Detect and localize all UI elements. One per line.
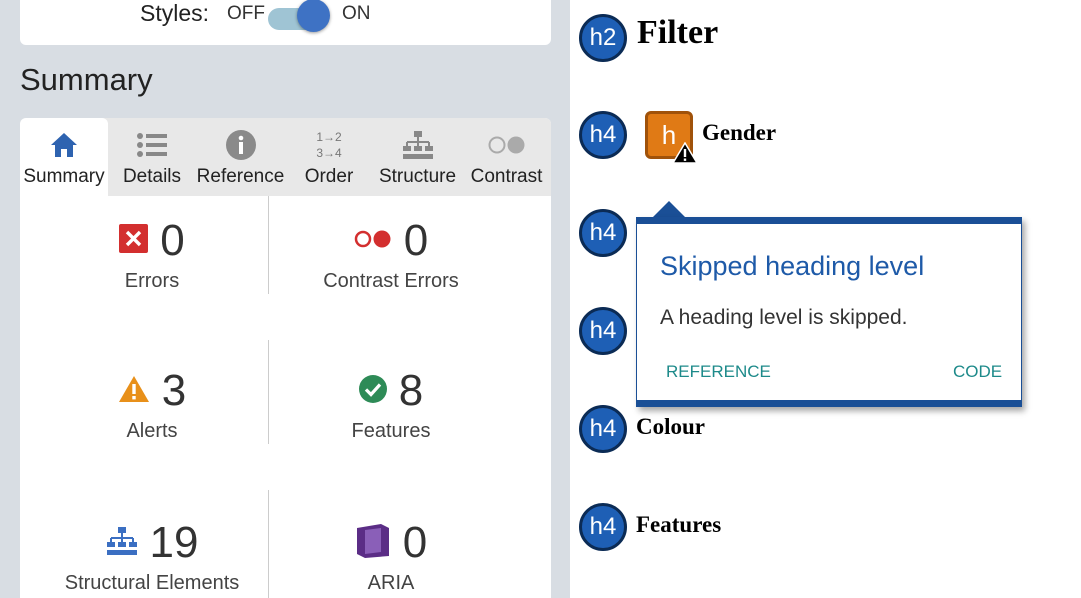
feature-check-icon [358, 374, 387, 408]
features-label: Features [351, 420, 431, 442]
warning-icon [672, 142, 698, 164]
contrast-error-icon [354, 229, 392, 254]
structural-count: 19 [149, 518, 199, 567]
skipped-heading-popup: Skipped heading level A heading level is… [636, 217, 1022, 407]
tab-structure-label: Structure [378, 166, 457, 187]
tab-summary-label: Summary [23, 166, 105, 187]
page-title: Summary [20, 62, 153, 97]
styles-off-label: OFF [227, 3, 265, 24]
structural-label: Structural Elements [64, 572, 240, 594]
stat-errors[interactable]: 0 Errors [42, 216, 262, 293]
tab-details[interactable]: Details [108, 118, 196, 196]
summary-panel: Summary Details Reference 1→2 3→4 Order … [20, 118, 551, 598]
styles-label: Styles: [140, 0, 210, 26]
errors-label: Errors [124, 270, 180, 292]
stat-alerts[interactable]: 3 Alerts [42, 366, 262, 443]
heading-gender: Gender [702, 120, 777, 145]
tab-reference-label: Reference [196, 166, 285, 187]
stat-structural-elements[interactable]: 19 Structural Elements [42, 518, 262, 595]
errors-count: 0 [160, 216, 185, 265]
alerts-count: 3 [161, 366, 187, 415]
heading-badge-h4[interactable]: h4 [579, 111, 627, 159]
tab-structure[interactable]: Structure [373, 118, 462, 196]
heading-colour: Colour [636, 414, 705, 439]
tab-order-label: Order [304, 166, 354, 187]
wave-sidebar: Styles: OFF ON Summary Summary Details R… [0, 0, 570, 598]
structure-icon [373, 128, 462, 162]
structure-icon [106, 526, 138, 561]
popup-message: A heading level is skipped. [660, 306, 908, 329]
heading-badge-h4[interactable]: h4 [579, 503, 627, 551]
popup-title: Skipped heading level [660, 251, 925, 281]
heading-filter: Filter [637, 14, 719, 51]
list-icon [108, 128, 196, 162]
tab-details-label: Details [122, 166, 182, 187]
divider [268, 196, 269, 294]
heading-badge-h4[interactable]: h4 [579, 209, 627, 257]
alerts-label: Alerts [126, 420, 178, 442]
styles-on-label: ON [342, 3, 371, 24]
tab-bar: Summary Details Reference 1→2 3→4 Order … [20, 118, 551, 196]
tab-summary[interactable]: Summary [20, 118, 108, 196]
home-icon [20, 128, 108, 162]
divider [268, 490, 269, 598]
tab-order[interactable]: 1→2 3→4 Order [285, 118, 373, 196]
order-icon-bottom: 3→4 [316, 146, 342, 160]
styles-toggle-card: Styles: OFF ON [20, 0, 551, 45]
info-icon [196, 128, 285, 162]
styles-toggle-thumb[interactable] [297, 0, 330, 32]
stat-aria[interactable]: 0 ARIA [281, 518, 501, 595]
popup-reference-link[interactable]: REFERENCE [666, 362, 771, 382]
aria-label: ARIA [367, 572, 415, 594]
heading-badge-h2[interactable]: h2 [579, 14, 627, 62]
tab-contrast-label: Contrast [470, 166, 543, 187]
features-count: 8 [398, 366, 424, 415]
contrast-icon [462, 128, 551, 162]
tab-reference[interactable]: Reference [196, 118, 285, 196]
heading-badge-h4[interactable]: h4 [579, 405, 627, 453]
order-icon-top: 1→2 [316, 130, 342, 144]
heading-features: Features [636, 512, 722, 537]
aria-icon [355, 523, 391, 563]
contrast-errors-count: 0 [403, 216, 429, 265]
alert-icon [118, 375, 150, 408]
divider [268, 340, 269, 444]
contrast-errors-label: Contrast Errors [323, 270, 459, 292]
aria-count: 0 [402, 518, 428, 567]
page-preview: h2 Filter h4 h Gender h4 h4 h4 Colour h4… [570, 0, 1081, 598]
stat-features[interactable]: 8 Features [281, 366, 501, 443]
stat-contrast-errors[interactable]: 0 Contrast Errors [281, 216, 501, 293]
popup-code-link[interactable]: CODE [953, 362, 1002, 382]
heading-badge-h4[interactable]: h4 [579, 307, 627, 355]
tab-contrast[interactable]: Contrast [462, 118, 551, 196]
error-icon [119, 224, 149, 258]
order-icon: 1→2 3→4 [285, 128, 373, 162]
